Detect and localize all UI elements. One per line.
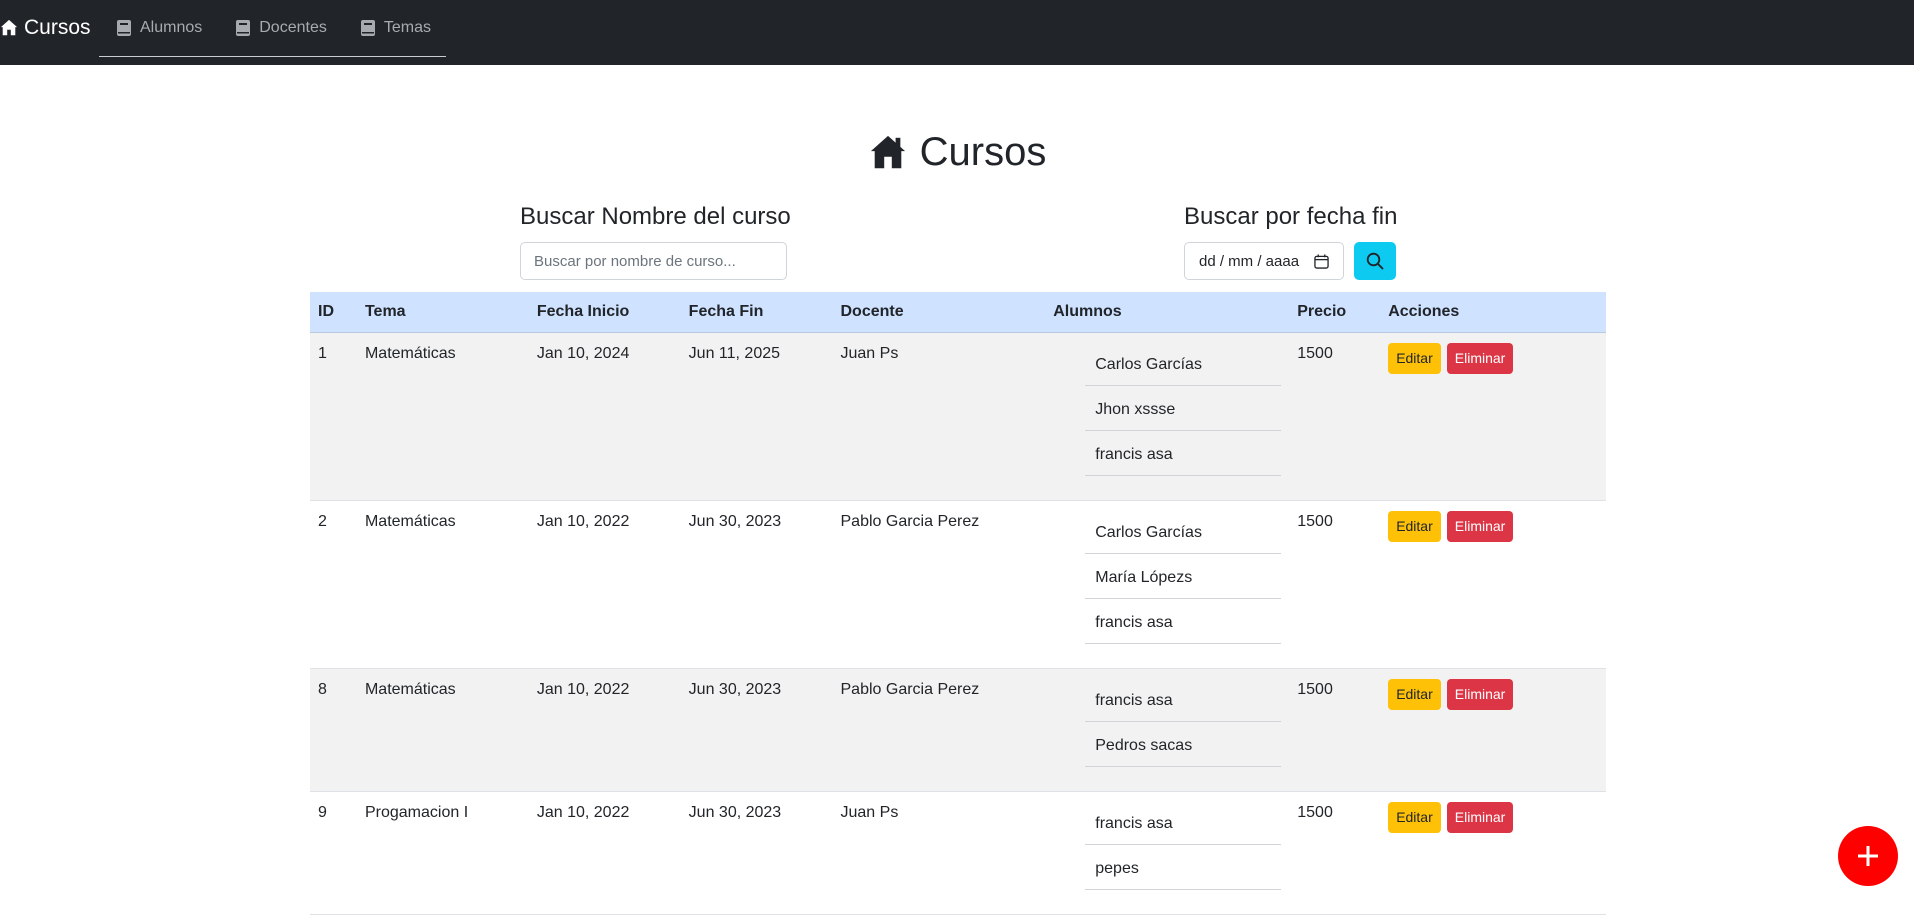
book-icon — [117, 20, 131, 36]
alumno-item: Pedros sacas — [1085, 722, 1282, 767]
search-icon — [1366, 252, 1384, 270]
table-header-row: ID Tema Fecha Inicio Fecha Fin Docente A… — [310, 292, 1606, 333]
navbar-brand[interactable]: Cursos — [0, 15, 91, 41]
header-fecha-fin: Fecha Fin — [680, 292, 833, 333]
nav-link-label: Alumnos — [140, 19, 203, 36]
search-date-row: dd / mm / aaaa — [1184, 242, 1397, 280]
cell-fecha-fin: Jun 30, 2023 — [680, 668, 833, 792]
cell-acciones: Editar Eliminar — [1380, 500, 1606, 669]
header-id: ID — [310, 292, 357, 333]
alumno-item: pepes — [1085, 845, 1282, 890]
table-row: 1 Matemáticas Jan 10, 2024 Jun 11, 2025 … — [310, 332, 1606, 501]
header-precio: Precio — [1289, 292, 1381, 333]
cell-alumnos: Carlos Garcías María Lópezs francis asa — [1045, 500, 1290, 669]
nav-link-alumnos[interactable]: Alumnos — [117, 19, 202, 37]
alumnos-list: Carlos Garcías Jhon xssse francis asa — [1085, 341, 1282, 476]
header-acciones: Acciones — [1380, 292, 1606, 333]
cell-id: 1 — [310, 332, 357, 501]
delete-button[interactable]: Eliminar — [1446, 678, 1514, 710]
cell-docente: Pablo Garcia Perez — [832, 668, 1046, 792]
delete-button[interactable]: Eliminar — [1446, 510, 1514, 542]
cell-alumnos: francis asa Pedros sacas — [1045, 668, 1290, 792]
cell-tema: Matemáticas — [356, 332, 529, 501]
table-row: 2 Matemáticas Jan 10, 2022 Jun 30, 2023 … — [310, 500, 1606, 669]
edit-button[interactable]: Editar — [1388, 678, 1441, 710]
cell-acciones: Editar Eliminar — [1380, 668, 1606, 792]
alumno-item: francis asa — [1085, 431, 1282, 476]
edit-button[interactable]: Editar — [1388, 510, 1441, 542]
cell-acciones: Editar Eliminar — [1380, 332, 1606, 501]
edit-button[interactable]: Editar — [1388, 342, 1441, 374]
alumno-item: Carlos Garcías — [1085, 509, 1282, 554]
alumnos-list: Carlos Garcías María Lópezs francis asa — [1085, 509, 1282, 644]
nav-links: Alumnos Docentes Temas — [99, 0, 446, 57]
cell-docente: Juan Ps — [832, 332, 1046, 501]
alumno-item: francis asa — [1085, 677, 1282, 722]
book-icon — [360, 20, 375, 36]
nav-link-label: Temas — [383, 19, 431, 36]
cell-fecha-inicio: Jan 10, 2024 — [528, 332, 681, 501]
alumno-item: francis asa — [1085, 800, 1282, 845]
page-title: Cursos — [0, 130, 1914, 175]
plus-icon — [1858, 846, 1878, 866]
header-fecha-inicio: Fecha Inicio — [528, 292, 681, 333]
alumno-item: Carlos Garcías — [1085, 341, 1282, 386]
delete-button[interactable]: Eliminar — [1446, 342, 1514, 374]
edit-button[interactable]: Editar — [1388, 801, 1441, 833]
home-icon — [870, 135, 905, 168]
cell-id: 2 — [310, 500, 357, 669]
alumnos-list: francis asa pepes — [1085, 800, 1282, 890]
table-row: 8 Matemáticas Jan 10, 2022 Jun 30, 2023 … — [310, 668, 1606, 792]
cell-fecha-inicio: Jan 10, 2022 — [528, 500, 681, 669]
brand-label: Cursos — [24, 16, 91, 39]
search-name-label: Buscar Nombre del curso — [520, 203, 791, 230]
cell-alumnos: Carlos Garcías Jhon xssse francis asa — [1045, 332, 1290, 501]
header-tema: Tema — [356, 292, 529, 333]
search-button[interactable] — [1354, 242, 1396, 280]
search-name-input[interactable] — [520, 242, 787, 280]
cell-tema: Matemáticas — [356, 668, 529, 792]
nav-link-label: Docentes — [259, 19, 327, 36]
cell-precio: 1500 — [1289, 668, 1381, 792]
alumnos-list: francis asa Pedros sacas — [1085, 677, 1282, 767]
nav-link-temas[interactable]: Temas — [360, 19, 431, 37]
date-placeholder: dd / mm / aaaa — [1199, 252, 1300, 270]
navbar: Cursos Alumnos Docentes Temas — [0, 0, 1914, 65]
home-icon — [0, 19, 18, 36]
calendar-icon[interactable] — [1314, 253, 1329, 269]
add-course-button[interactable] — [1838, 826, 1898, 886]
search-date-block: Buscar por fecha fin dd / mm / aaaa — [1184, 202, 1397, 280]
nav-link-docentes[interactable]: Docentes — [236, 19, 327, 37]
search-date-label: Buscar por fecha fin — [1184, 203, 1398, 230]
cell-precio: 1500 — [1289, 500, 1381, 669]
page-title-text: Cursos — [919, 130, 1047, 174]
cell-docente: Pablo Garcia Perez — [832, 500, 1046, 669]
cell-precio: 1500 — [1289, 332, 1381, 501]
cell-id: 8 — [310, 668, 357, 792]
cell-fecha-fin: Jun 11, 2025 — [680, 332, 833, 501]
alumno-item: francis asa — [1085, 599, 1282, 644]
header-alumnos: Alumnos — [1045, 292, 1290, 333]
alumno-item: Jhon xssse — [1085, 386, 1282, 431]
alumno-item: María Lópezs — [1085, 554, 1282, 599]
cell-fecha-fin: Jun 30, 2023 — [680, 500, 833, 669]
cell-fecha-inicio: Jan 10, 2022 — [528, 668, 681, 792]
courses-table-wrap: ID Tema Fecha Inicio Fecha Fin Docente A… — [310, 292, 1606, 915]
book-icon — [236, 20, 251, 36]
search-name-block: Buscar Nombre del curso — [520, 202, 791, 280]
header-docente: Docente — [832, 292, 1046, 333]
date-input[interactable]: dd / mm / aaaa — [1184, 242, 1344, 280]
delete-button[interactable]: Eliminar — [1446, 801, 1514, 833]
courses-table: ID Tema Fecha Inicio Fecha Fin Docente A… — [310, 292, 1606, 915]
cell-tema: Matemáticas — [356, 500, 529, 669]
